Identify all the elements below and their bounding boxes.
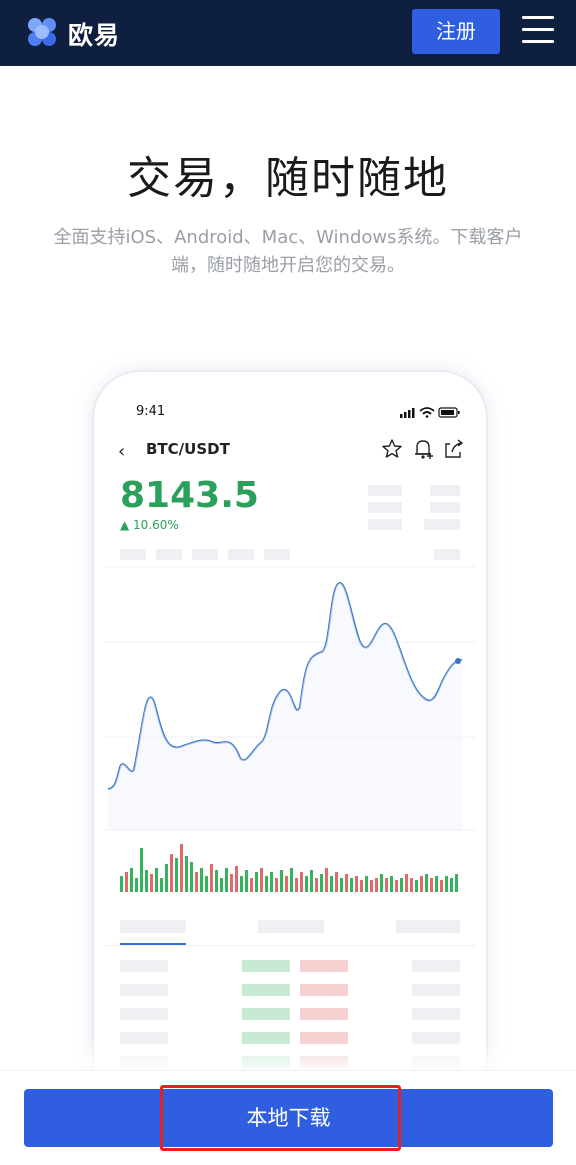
- phone-mockup: 9:41 ‹ BTC/USDT 8143.5 ▲ 10.60%: [92, 370, 488, 1130]
- back-chevron-icon[interactable]: ‹: [118, 441, 125, 462]
- page-subtitle: 全面支持iOS、Android、Mac、Windows系统。下载客户端，随时随地…: [53, 227, 523, 276]
- hamburger-menu-icon[interactable]: [522, 16, 554, 46]
- register-button[interactable]: 注册: [412, 9, 500, 54]
- price-change: ▲ 10.60%: [120, 518, 179, 532]
- page-title: 交易，随时随地: [127, 153, 449, 204]
- bell-plus-icon: [415, 440, 433, 459]
- status-bar-icons: [400, 407, 460, 418]
- pair-action-icons[interactable]: [380, 438, 470, 460]
- active-tab-indicator: [120, 943, 186, 945]
- brand-name[interactable]: 欧易: [68, 16, 120, 52]
- top-nav-bar: 欧易 注册: [0, 0, 576, 66]
- last-price: 8143.5: [120, 475, 259, 516]
- volume-bar-chart: [120, 844, 458, 892]
- share-icon: [445, 439, 464, 458]
- star-icon: [382, 439, 402, 458]
- status-time: 9:41: [136, 404, 166, 419]
- local-download-button[interactable]: 本地下载: [24, 1089, 553, 1147]
- price-line-chart: [104, 566, 476, 831]
- trading-pair: BTC/USDT: [146, 440, 230, 458]
- okx-logo-icon[interactable]: [24, 14, 60, 50]
